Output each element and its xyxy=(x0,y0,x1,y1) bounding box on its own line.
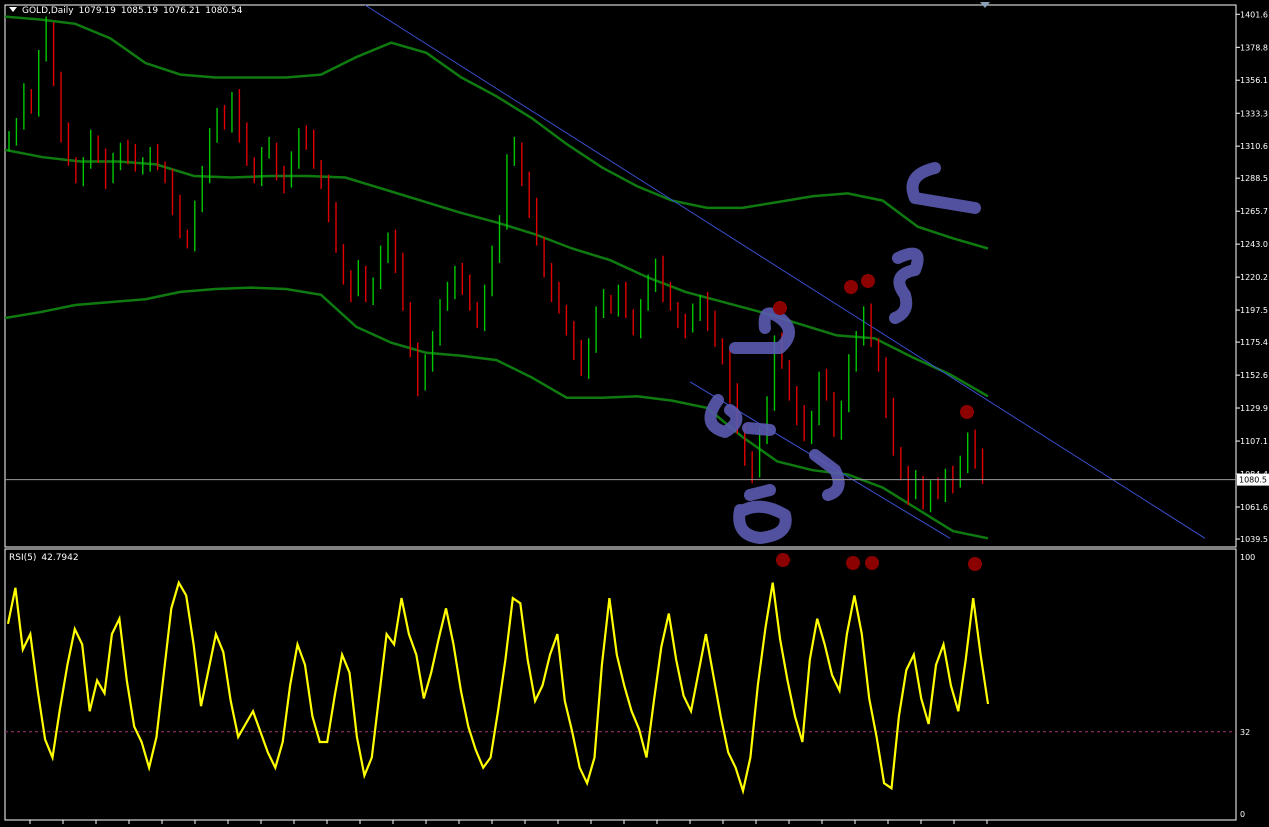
annotation-stroke xyxy=(733,500,792,544)
chart-window: 1401.6 1378.8 1356.1 1333.3 1310.6 1288.5 1265… xyxy=(4,4,1269,824)
trendline-line xyxy=(364,4,1206,539)
rsi-tick-label: 32 xyxy=(1240,728,1250,737)
price-tick-label: 1175.4 xyxy=(1240,338,1268,347)
rsi-pane-border xyxy=(4,548,1237,821)
rsi-axis: 100 32 0 xyxy=(1240,553,1255,819)
rsi-tick-label: 100 xyxy=(1240,553,1255,562)
low-value: 1076.21 xyxy=(163,6,201,16)
close-value: 1080.54 xyxy=(205,6,243,16)
open-value: 1079.19 xyxy=(78,6,116,16)
trendline[interactable] xyxy=(364,4,1206,539)
marker-dot xyxy=(861,274,875,288)
price-tick-label: 1129.9 xyxy=(1240,404,1268,413)
annotation-stroke xyxy=(809,449,845,501)
panel-frames xyxy=(4,4,1237,821)
price-tick-label: 1310.6 xyxy=(1240,142,1268,151)
rsi-header: RSI(5) 42.7942 xyxy=(9,553,84,563)
price-tick-label: 1265.7 xyxy=(1240,207,1268,216)
symbol-label: GOLD,Daily xyxy=(22,6,74,16)
annotation-stroke xyxy=(744,484,776,501)
candlesticks xyxy=(8,16,984,513)
moving-average-bands xyxy=(4,15,989,540)
price-tick-label: 1107.1 xyxy=(1240,437,1268,446)
window-handle-icon[interactable] xyxy=(980,2,990,8)
annotation-stroke xyxy=(742,422,776,436)
price-tick-label: 1061.6 xyxy=(1240,503,1268,512)
price-axis: 1401.6 1378.8 1356.1 1333.3 1310.6 1288.5 1265… xyxy=(5,10,1269,544)
marker-dot xyxy=(773,301,787,315)
price-tick-label: 1356.1 xyxy=(1240,76,1268,85)
ma_upper-line xyxy=(4,15,989,250)
time-axis xyxy=(29,820,988,824)
annotation-stroke xyxy=(889,247,924,324)
rsi-line xyxy=(6,579,990,796)
hand-drawn-annotations xyxy=(704,162,981,544)
price-tick-label: 1243.0 xyxy=(1240,240,1268,249)
marker-dot xyxy=(865,556,879,570)
collapse-icon[interactable] xyxy=(9,7,17,12)
price-tick-label: 1333.3 xyxy=(1240,109,1268,118)
marker-dot xyxy=(960,405,974,419)
price-tick-label: 1152.6 xyxy=(1240,371,1268,380)
marker-dot xyxy=(846,556,860,570)
price-tick-label: 1401.6 xyxy=(1240,10,1268,19)
marker-dot xyxy=(844,280,858,294)
price-tick-label: 1039.5 xyxy=(1240,535,1268,544)
price-tick-label: 1288.5 xyxy=(1240,174,1268,183)
rsi-value: 42.7942 xyxy=(41,553,79,563)
rsi-name: RSI(5) xyxy=(9,553,37,563)
chart-header: GOLD,Daily 1079.19 1085.19 1076.21 1080.54 xyxy=(9,6,248,16)
ma_lower-line xyxy=(4,286,989,540)
price-tick-label: 1378.8 xyxy=(1240,43,1268,52)
annotation-stroke xyxy=(729,307,795,354)
rsi-pane[interactable] xyxy=(5,579,1236,796)
price-tick-label: 1197.5 xyxy=(1240,306,1268,315)
marker-dot xyxy=(968,557,982,571)
annotation-stroke xyxy=(906,162,981,214)
price-tick-label: 1220.2 xyxy=(1240,273,1268,282)
price-pane-border xyxy=(4,4,1237,548)
high-value: 1085.19 xyxy=(120,6,159,16)
marker-dot xyxy=(776,553,790,567)
annotation-stroke xyxy=(704,394,743,438)
current-price-label: 1080.5 xyxy=(1239,476,1267,485)
rsi-tick-label: 0 xyxy=(1240,810,1245,819)
